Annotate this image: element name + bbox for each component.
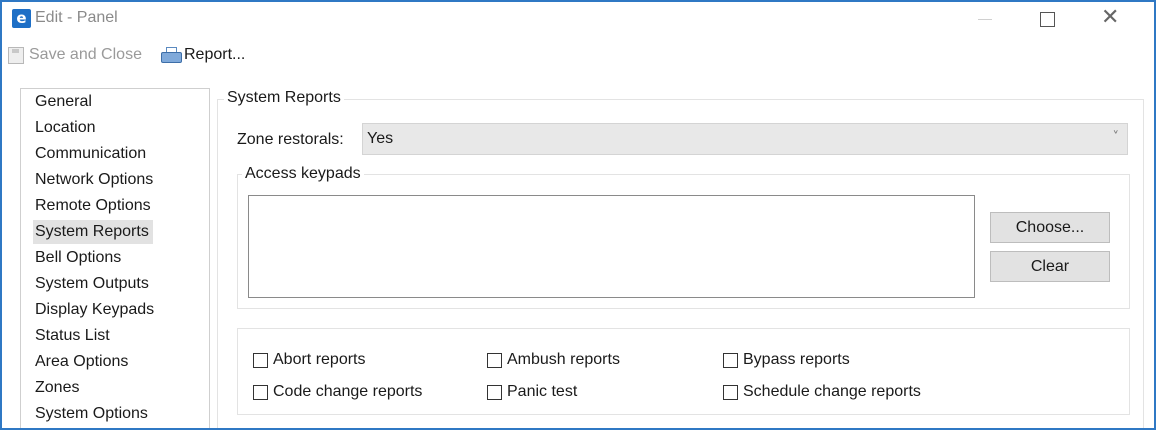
sidebar-item-area-options[interactable]: Area Options [33, 350, 132, 374]
zone-restorals-value: Yes [367, 130, 394, 147]
save-and-close-button[interactable]: Save and Close [8, 46, 142, 64]
schedule-change-reports-label: Schedule change reports [743, 383, 921, 400]
zone-restorals-select[interactable]: Yes ˅ [362, 123, 1128, 155]
sidebar-item-bell-options[interactable]: Bell Options [33, 246, 125, 270]
close-button[interactable]: ✕ [1084, 2, 1136, 36]
sidebar-item-display-keypads[interactable]: Display Keypads [33, 298, 158, 322]
printer-icon [161, 47, 182, 63]
access-keypads-title: Access keypads [242, 165, 364, 183]
clear-button[interactable]: Clear [990, 251, 1110, 282]
maximize-icon [1040, 12, 1055, 27]
window-title: Edit - Panel [35, 9, 118, 26]
code-change-reports-checkbox[interactable]: Code change reports [253, 383, 422, 401]
panic-test-checkbox[interactable]: Panic test [487, 383, 577, 401]
sidebar-item-system-options[interactable]: System Options [33, 402, 152, 426]
app-logo-icon: e [12, 9, 31, 28]
checkbox-box[interactable] [253, 352, 268, 368]
report-label: Report... [184, 46, 246, 63]
minimize-button[interactable] [960, 2, 1012, 36]
sidebar-item-location[interactable]: Location [33, 116, 100, 140]
choose-button[interactable]: Choose... [990, 212, 1110, 243]
bypass-reports-label: Bypass reports [743, 351, 850, 368]
code-change-reports-label: Code change reports [273, 383, 423, 400]
save-and-close-label: Save and Close [29, 46, 142, 63]
sidebar-item-system-outputs[interactable]: System Outputs [33, 272, 153, 296]
report-options-group [237, 328, 1130, 415]
system-reports-group-title: System Reports [224, 89, 344, 107]
abort-reports-checkbox[interactable]: Abort reports [253, 351, 365, 369]
ambush-reports-label: Ambush reports [507, 351, 620, 368]
checkbox-box[interactable] [487, 352, 502, 368]
sidebar-item-system-reports[interactable]: System Reports [33, 220, 153, 244]
access-keypads-list[interactable] [248, 195, 975, 298]
sidebar-item-remote-options[interactable]: Remote Options [33, 194, 155, 218]
checkbox-box[interactable] [487, 384, 502, 400]
checkbox-box[interactable] [723, 352, 738, 368]
zone-restorals-label: Zone restorals: [237, 131, 344, 148]
checkbox-box[interactable] [253, 384, 268, 400]
sidebar-item-general[interactable]: General [33, 90, 96, 114]
report-button[interactable]: Report... [161, 46, 245, 64]
sidebar-item-network-options[interactable]: Network Options [33, 168, 157, 192]
abort-reports-label: Abort reports [273, 351, 366, 368]
schedule-change-reports-checkbox[interactable]: Schedule change reports [723, 383, 921, 401]
sidebar-item-zones[interactable]: Zones [33, 376, 83, 400]
toolbar: Save and Close Report... [2, 36, 1154, 74]
sidebar-item-status-list[interactable]: Status List [33, 324, 114, 348]
panic-test-label: Panic test [507, 383, 578, 400]
chevron-down-icon: ˅ [1112, 130, 1120, 145]
close-icon: ✕ [1101, 5, 1120, 30]
settings-nav-list: General Location Communication Network O… [20, 88, 210, 428]
bypass-reports-checkbox[interactable]: Bypass reports [723, 351, 850, 369]
ambush-reports-checkbox[interactable]: Ambush reports [487, 351, 620, 369]
edit-panel-window: e Edit - Panel ✕ Save and Close Report..… [0, 0, 1156, 430]
maximize-button[interactable] [1022, 2, 1074, 36]
save-icon [8, 46, 24, 64]
checkbox-box[interactable] [723, 384, 738, 400]
minimize-icon [978, 19, 992, 20]
sidebar-item-communication[interactable]: Communication [33, 142, 150, 166]
title-bar: e Edit - Panel ✕ [2, 2, 1154, 36]
